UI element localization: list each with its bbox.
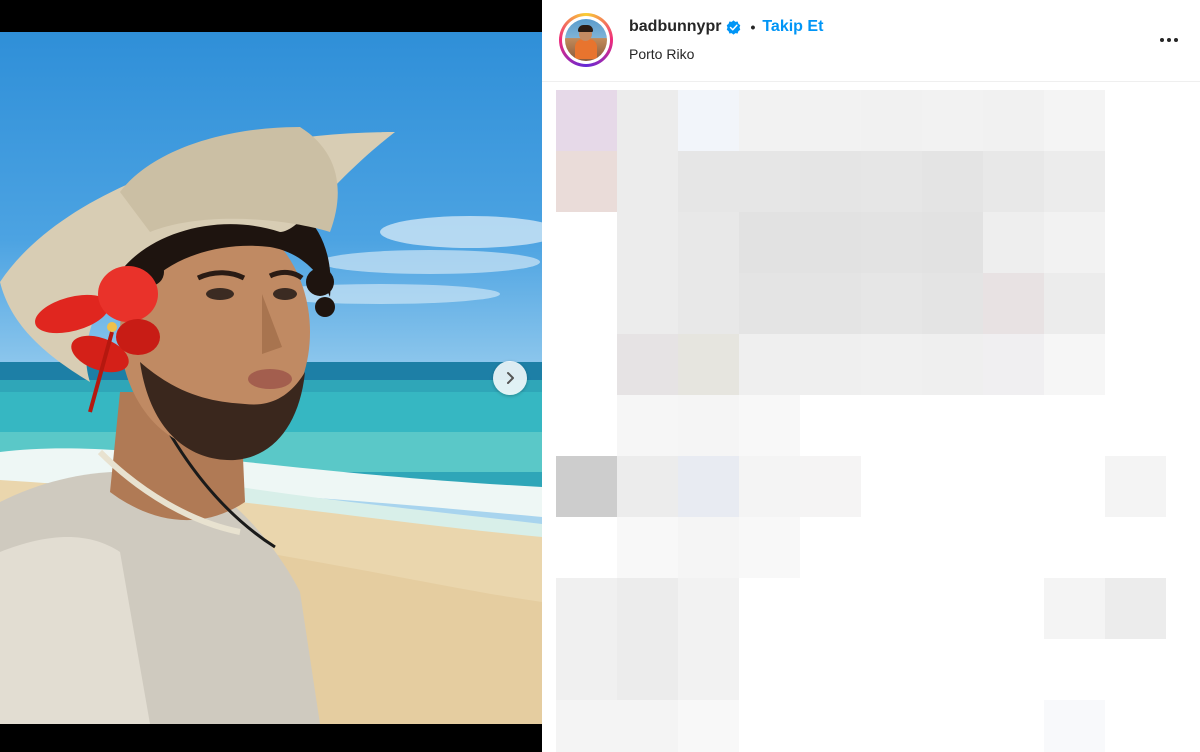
pixel-tile [861,90,922,151]
pixel-tile [739,456,800,517]
pixel-tile [678,273,739,334]
pixel-tile [800,151,861,212]
pixel-tile [617,212,678,273]
pixel-tile [739,395,800,456]
pixel-tile [556,90,617,151]
separator-dot: • [750,19,756,35]
pixel-tile [617,273,678,334]
pixel-tile [983,151,1044,212]
pixel-tile [861,212,922,273]
user-line: badbunnypr • Takip Et [629,18,823,36]
pixel-tile [617,456,678,517]
pixel-tile [678,151,739,212]
pixel-tile [861,151,922,212]
pixel-tile [617,395,678,456]
post-header: badbunnypr • Takip Et Porto Riko [542,0,1200,82]
pixel-tile [678,212,739,273]
pixel-tile [617,578,678,639]
pixel-tile [678,334,739,395]
pixel-tile [617,90,678,151]
pixel-tile [739,334,800,395]
pixel-tile [556,639,617,700]
pixel-tile [983,90,1044,151]
more-options-icon[interactable] [1154,28,1184,52]
pixel-tile [922,151,983,212]
pixel-tile [678,395,739,456]
pixel-tile [1105,456,1166,517]
pixel-tile [739,517,800,578]
pixel-tile [617,334,678,395]
pixel-tile [1105,578,1166,639]
pixel-tile [739,212,800,273]
pixel-tile [1044,700,1105,752]
post-media [0,0,542,752]
pixel-tile [983,334,1044,395]
pixel-tile [678,639,739,700]
carousel-next-button[interactable] [493,361,527,395]
pixel-tile [739,151,800,212]
follow-button[interactable]: Takip Et [762,18,823,36]
pixel-tile [1044,90,1105,151]
username-link[interactable]: badbunnypr [629,18,721,36]
pixel-tile [556,700,617,752]
pixel-tile [800,456,861,517]
pixel-tile [800,212,861,273]
pixel-tile [983,273,1044,334]
chevron-right-icon [507,372,514,384]
pixel-tile [922,334,983,395]
pixel-tile [739,273,800,334]
post-photo[interactable] [0,32,542,724]
pixel-tile [1044,334,1105,395]
pixel-tile [1044,273,1105,334]
pixel-tile [922,273,983,334]
pixel-tile [617,700,678,752]
pixel-tile [556,151,617,212]
pixel-tile [556,456,617,517]
pixel-tile [800,90,861,151]
pixel-tile [983,212,1044,273]
pixel-tile [617,151,678,212]
pixel-tile [861,273,922,334]
pixel-tile [1044,151,1105,212]
pixel-tile [678,700,739,752]
pixel-tile [556,578,617,639]
pixel-tile [678,456,739,517]
post-comments-area [542,82,1200,752]
avatar-image [565,19,607,61]
pixel-tile [800,273,861,334]
pixel-tile [1044,578,1105,639]
verified-badge-icon [726,19,741,35]
pixel-tile [617,517,678,578]
pixel-tile [922,212,983,273]
pixel-tile [617,639,678,700]
location-link[interactable]: Porto Riko [629,46,694,62]
beach-selfie-image [0,127,542,724]
pixel-tile [1044,212,1105,273]
pixel-tile [922,90,983,151]
pixel-tile [861,334,922,395]
pixel-tile [739,90,800,151]
profile-avatar[interactable] [559,13,613,67]
pixel-tile [678,517,739,578]
pixel-tile [678,578,739,639]
pixel-tile [800,334,861,395]
pixel-tile [678,90,739,151]
